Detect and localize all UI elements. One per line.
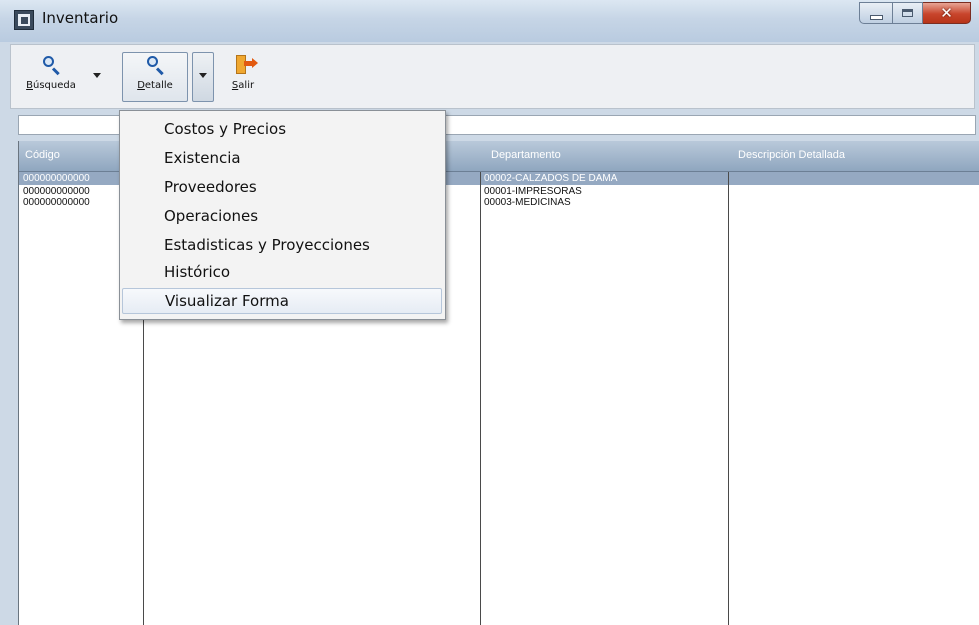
close-icon: ✕ xyxy=(940,4,953,22)
codigo-cell: 000000000000 xyxy=(23,186,90,197)
departamento-cell: 00002-CALZADOS DE DAMA xyxy=(484,173,618,184)
detalle-dropdown-menu: Costos y Precios Existencia Proveedores … xyxy=(119,110,446,320)
search-icon xyxy=(38,55,64,77)
toolbar: Búsqueda Detalle Salir xyxy=(10,44,975,109)
departamento-cell: 00003-MEDICINAS xyxy=(484,197,571,208)
codigo-cell: 000000000000 xyxy=(23,197,90,208)
title-bar[interactable]: Inventario ✕ xyxy=(0,0,979,42)
departamento-cell: 00001-IMPRESORAS xyxy=(484,186,582,197)
exit-icon xyxy=(230,55,258,77)
maximize-icon xyxy=(902,9,913,17)
busqueda-dropdown-arrow[interactable] xyxy=(93,73,101,78)
menu-item-costos-y-precios[interactable]: Costos y Precios xyxy=(122,116,442,142)
column-divider xyxy=(480,172,481,625)
menu-item-visualizar-forma[interactable]: Visualizar Forma xyxy=(122,288,442,314)
window-title: Inventario xyxy=(42,9,119,27)
maximize-button[interactable] xyxy=(893,2,923,24)
detalle-button[interactable]: Detalle xyxy=(122,52,188,102)
detalle-dropdown-button[interactable] xyxy=(192,52,214,102)
minimize-button[interactable] xyxy=(859,2,893,24)
inventario-window: Inventario ✕ Búsqueda Detalle Salir Códi… xyxy=(0,0,979,625)
codigo-cell: 000000000000 xyxy=(23,173,90,184)
close-button[interactable]: ✕ xyxy=(923,2,971,24)
menu-item-operaciones[interactable]: Operaciones xyxy=(122,203,442,229)
menu-item-historico[interactable]: Histórico xyxy=(122,259,442,285)
chevron-down-icon xyxy=(199,73,207,78)
salir-button[interactable]: Salir xyxy=(225,53,261,99)
window-controls: ✕ xyxy=(859,2,971,24)
col-header-departamento[interactable]: Departamento xyxy=(491,149,561,161)
busqueda-label: Búsqueda xyxy=(26,80,76,91)
menu-item-estadisticas[interactable]: Estadisticas y Proyecciones xyxy=(122,232,442,258)
app-icon xyxy=(14,10,34,30)
col-header-codigo[interactable]: Código xyxy=(25,149,60,161)
detalle-label: Detalle xyxy=(137,80,173,91)
col-header-descripcion-detallada[interactable]: Descripción Detallada xyxy=(738,149,845,161)
column-divider xyxy=(728,172,729,625)
menu-item-proveedores[interactable]: Proveedores xyxy=(122,174,442,200)
salir-label: Salir xyxy=(231,80,255,91)
minimize-icon xyxy=(869,14,883,20)
detail-search-icon xyxy=(142,55,168,77)
menu-item-existencia[interactable]: Existencia xyxy=(122,145,442,171)
busqueda-button[interactable]: Búsqueda xyxy=(19,53,83,99)
